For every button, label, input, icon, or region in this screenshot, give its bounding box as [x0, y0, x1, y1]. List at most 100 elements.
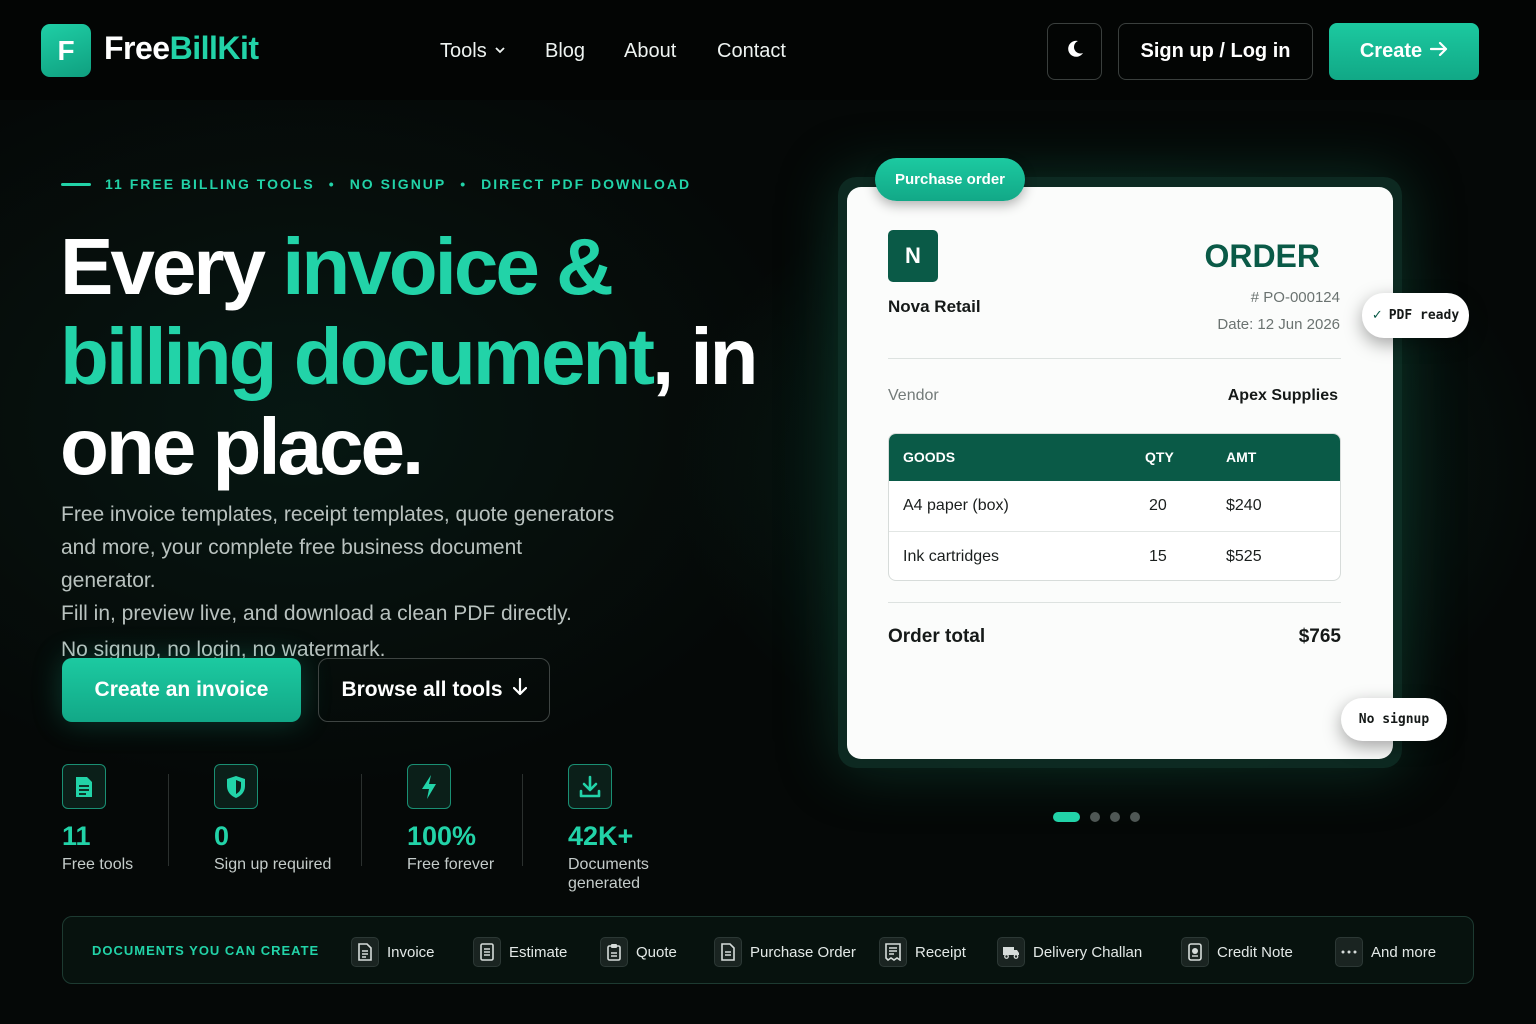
- stat-label: Sign up required: [214, 856, 332, 873]
- signup-login-button[interactable]: Sign up / Log in: [1118, 23, 1313, 80]
- documents-strip-label: DOCUMENTS YOU CAN CREATE: [92, 943, 320, 958]
- doc-chip-label: Quote: [636, 943, 677, 961]
- hero-headline: Every invoice & billing document, in one…: [60, 222, 780, 492]
- carousel-dot[interactable]: [1090, 812, 1100, 822]
- logo-mark[interactable]: F: [41, 24, 91, 77]
- document-type-tag: Purchase order: [875, 158, 1025, 201]
- create-invoice-button[interactable]: Create an invoice: [62, 658, 301, 722]
- nav-blog[interactable]: Blog: [545, 40, 585, 63]
- column-header: GOODS: [903, 449, 956, 465]
- hero-subtitle: Free invoice templates, receipt template…: [61, 498, 621, 666]
- lightning-icon: [407, 764, 451, 809]
- estimate-icon: [473, 937, 501, 967]
- stat-value: 42K+: [568, 821, 634, 851]
- vendor-value: Apex Supplies: [1227, 387, 1338, 404]
- doc-chip-purchase-order[interactable]: Purchase Order: [714, 936, 856, 968]
- credit-note-icon: [1181, 937, 1209, 967]
- logo-wordmark[interactable]: FreeBillKit: [104, 30, 259, 67]
- moon-icon: [1065, 39, 1085, 64]
- headline-part: one place.: [60, 402, 424, 491]
- stat-label-line: Documents: [568, 856, 649, 873]
- doc-chip-label: Credit Note: [1217, 943, 1293, 961]
- divider: [888, 358, 1341, 359]
- doc-chip-delivery-challan[interactable]: Delivery Challan: [997, 936, 1142, 968]
- create-button[interactable]: Create: [1329, 23, 1479, 80]
- eyebrow-item: 11 FREE BILLING TOOLS: [105, 176, 315, 192]
- doc-chip-quote[interactable]: Quote: [600, 936, 677, 968]
- document-icon: [62, 764, 106, 809]
- hero-eyebrow: 11 FREE BILLING TOOLS • NO SIGNUP • DIRE…: [61, 176, 691, 192]
- receipt-icon: [879, 937, 907, 967]
- carousel-dot[interactable]: [1053, 812, 1080, 822]
- goods-table: GOODS QTY AMT A4 paper (box) 20 $240 Ink…: [888, 433, 1341, 581]
- doc-chip-label: Receipt: [915, 943, 966, 961]
- vendor-label: Vendor: [888, 387, 939, 404]
- logo-word-billkit: BillKit: [169, 30, 259, 66]
- table-row: Ink cartridges 15 $525: [889, 531, 1340, 580]
- stat-divider: [361, 774, 362, 866]
- headline-part: Every: [60, 222, 283, 311]
- headline-accent: invoice &: [282, 222, 614, 311]
- subtitle-line: Fill in, preview live, and download a cl…: [61, 602, 572, 625]
- divider: [888, 602, 1341, 603]
- subtitle-line: and more, your complete free business do…: [61, 536, 523, 592]
- table-cell: Ink cartridges: [903, 548, 1000, 565]
- table-header: GOODS QTY AMT: [889, 434, 1340, 481]
- more-dots-icon: [1335, 937, 1363, 967]
- nav-about[interactable]: About: [624, 40, 676, 63]
- eyebrow-separator: •: [460, 176, 468, 192]
- doc-chip-credit-note[interactable]: Credit Note: [1181, 936, 1293, 968]
- eyebrow-bar: [61, 182, 91, 186]
- logo-word-free: Free: [104, 30, 170, 66]
- nav-tools-label: Tools: [440, 40, 487, 62]
- table-cell: 15: [1149, 548, 1167, 565]
- create-button-label: Create: [1359, 40, 1423, 62]
- invoice-icon: [351, 937, 379, 967]
- nav-contact[interactable]: Contact: [717, 40, 786, 63]
- theme-toggle-button[interactable]: [1047, 23, 1102, 80]
- stat-divider: [168, 774, 169, 866]
- headline-accent: billing document: [60, 312, 655, 401]
- eyebrow-separator: •: [328, 176, 336, 192]
- carousel-dot[interactable]: [1110, 812, 1120, 822]
- doc-chip-label: Estimate: [509, 943, 568, 961]
- eyebrow-item: DIRECT PDF DOWNLOAD: [481, 176, 692, 192]
- nav-tools[interactable]: Tools: [440, 40, 505, 63]
- document-title: ORDER: [1204, 238, 1320, 274]
- column-header: QTY: [1145, 449, 1174, 465]
- po-number: # PO-000124: [1250, 289, 1340, 306]
- purchase-order-icon: [714, 937, 742, 967]
- doc-chip-label: Purchase Order: [750, 943, 856, 961]
- chevron-down-icon: [495, 43, 505, 57]
- table-cell: $240: [1226, 497, 1262, 514]
- table-row: A4 paper (box) 20 $240: [889, 481, 1340, 531]
- order-total-value: $765: [1298, 626, 1341, 647]
- stat-label: Documents generated: [568, 855, 649, 893]
- browse-tools-label: Browse all tools: [341, 678, 503, 701]
- eyebrow-item: NO SIGNUP: [349, 176, 447, 192]
- doc-chip-invoice[interactable]: Invoice: [351, 936, 435, 968]
- browse-tools-button[interactable]: Browse all tools: [318, 658, 550, 722]
- stat-value: 0: [214, 821, 230, 851]
- quote-icon: [600, 937, 628, 967]
- check-icon: ✓: [1371, 308, 1383, 323]
- stat-free-forever: 100% Free forever: [407, 764, 494, 874]
- doc-chip-estimate[interactable]: Estimate: [473, 936, 567, 968]
- stat-label-line: generated: [568, 875, 641, 892]
- carousel-dot[interactable]: [1130, 812, 1140, 822]
- doc-chip-label: And more: [1371, 943, 1437, 961]
- doc-chip-and-more[interactable]: And more: [1335, 936, 1436, 968]
- download-icon: [568, 764, 612, 809]
- column-header: AMT: [1226, 449, 1257, 465]
- stat-documents: 42K+ Documents generated: [568, 764, 649, 893]
- doc-chip-label: Delivery Challan: [1033, 943, 1143, 961]
- table-cell: A4 paper (box): [903, 497, 1009, 514]
- arrow-right-icon: [1430, 40, 1448, 63]
- subtitle-line: Free invoice templates, receipt template…: [61, 503, 615, 526]
- headline-part: , in: [651, 312, 759, 401]
- no-signup-badge: No signup: [1341, 698, 1447, 741]
- stat-signup: 0 Sign up required: [214, 764, 331, 874]
- stat-value: 100%: [407, 821, 477, 851]
- doc-chip-receipt[interactable]: Receipt: [879, 936, 966, 968]
- stat-label: Free forever: [407, 856, 495, 873]
